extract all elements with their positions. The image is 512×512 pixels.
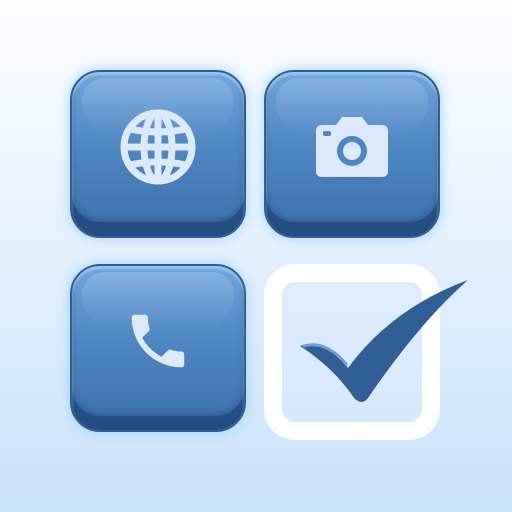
camera-icon bbox=[316, 117, 388, 177]
checkbox-checked-icon bbox=[264, 264, 468, 440]
checked-checkbox[interactable] bbox=[264, 264, 468, 440]
globe-icon bbox=[120, 109, 196, 185]
phone-icon bbox=[131, 314, 185, 368]
phone-app-tile[interactable] bbox=[70, 264, 246, 432]
camera-app-tile[interactable] bbox=[264, 70, 440, 238]
globe-app-tile[interactable] bbox=[70, 70, 246, 238]
app-icon-canvas bbox=[0, 0, 512, 512]
